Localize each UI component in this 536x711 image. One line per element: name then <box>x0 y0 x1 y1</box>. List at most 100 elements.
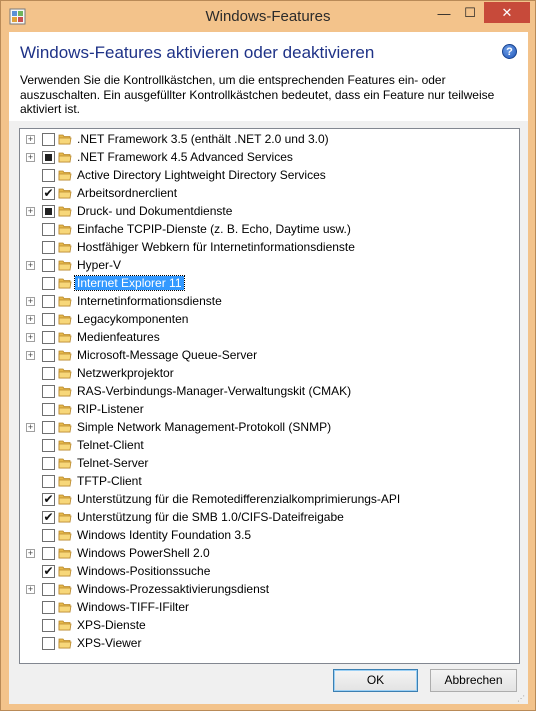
feature-label[interactable]: Windows-Positionssuche <box>75 564 212 578</box>
close-button[interactable]: ✕ <box>484 2 530 23</box>
feature-row[interactable]: RAS-Verbindungs-Manager-Verwaltungskit (… <box>20 382 519 400</box>
feature-label[interactable]: Legacykomponenten <box>75 312 190 326</box>
cancel-button[interactable]: Abbrechen <box>430 669 517 692</box>
feature-label[interactable]: .NET Framework 3.5 (enthält .NET 2.0 und… <box>75 132 331 146</box>
feature-checkbox-checked[interactable]: ✔ <box>42 187 55 200</box>
feature-checkbox[interactable] <box>42 133 55 146</box>
feature-label[interactable]: Hostfähiger Webkern für Internetinformat… <box>75 240 357 254</box>
feature-label[interactable]: Windows-Prozessaktivierungsdienst <box>75 582 271 596</box>
feature-checkbox[interactable] <box>42 457 55 470</box>
feature-checkbox[interactable] <box>42 385 55 398</box>
feature-checkbox[interactable] <box>42 367 55 380</box>
help-icon[interactable]: ? <box>502 44 517 59</box>
feature-row[interactable]: + Hyper-V <box>20 256 519 274</box>
feature-checkbox[interactable] <box>42 619 55 632</box>
feature-row[interactable]: ✔ Unterstützung für die Remotedifferenzia… <box>20 490 519 508</box>
feature-row[interactable]: ✔ Unterstützung für die SMB 1.0/CIFS-Date… <box>20 508 519 526</box>
feature-checkbox[interactable] <box>42 313 55 326</box>
feature-label[interactable]: Unterstützung für die SMB 1.0/CIFS-Datei… <box>75 510 346 524</box>
feature-checkbox[interactable] <box>42 277 55 290</box>
feature-label[interactable]: Unterstützung für die Remotedifferenzial… <box>75 492 402 506</box>
feature-label[interactable]: XPS-Dienste <box>75 618 148 632</box>
feature-row[interactable]: Netzwerkprojektor <box>20 364 519 382</box>
feature-label[interactable]: XPS-Viewer <box>75 636 143 650</box>
feature-checkbox-checked[interactable]: ✔ <box>42 565 55 578</box>
feature-label[interactable]: Microsoft-Message Queue-Server <box>75 348 259 362</box>
feature-label[interactable]: Windows PowerShell 2.0 <box>75 546 212 560</box>
feature-checkbox-partial[interactable] <box>42 205 55 218</box>
feature-checkbox[interactable] <box>42 169 55 182</box>
expand-plus-icon[interactable]: + <box>26 351 35 360</box>
feature-row[interactable]: + Windows-Prozessaktivierungsdienst <box>20 580 519 598</box>
expand-plus-icon[interactable]: + <box>26 297 35 306</box>
feature-row[interactable]: Hostfähiger Webkern für Internetinformat… <box>20 238 519 256</box>
expand-plus-icon[interactable]: + <box>26 261 35 270</box>
feature-checkbox[interactable] <box>42 439 55 452</box>
feature-row[interactable]: + Medienfeatures <box>20 328 519 346</box>
minimize-button[interactable]: — <box>431 3 457 23</box>
feature-checkbox-partial[interactable] <box>42 151 55 164</box>
feature-checkbox-checked[interactable]: ✔ <box>42 511 55 524</box>
feature-row[interactable]: Telnet-Server <box>20 454 519 472</box>
feature-checkbox[interactable] <box>42 295 55 308</box>
expand-plus-icon[interactable]: + <box>26 135 35 144</box>
feature-row[interactable]: Internet Explorer 11 <box>20 274 519 292</box>
feature-label[interactable]: RIP-Listener <box>75 402 146 416</box>
feature-checkbox[interactable] <box>42 547 55 560</box>
feature-tree[interactable]: + .NET Framework 3.5 (enthält .NET 2.0 un… <box>19 128 520 664</box>
resize-grip-icon[interactable]: ⋰ <box>517 694 526 703</box>
feature-row[interactable]: XPS-Viewer <box>20 634 519 652</box>
feature-checkbox[interactable] <box>42 421 55 434</box>
feature-checkbox[interactable] <box>42 529 55 542</box>
maximize-button[interactable]: ☐ <box>457 3 483 23</box>
expand-plus-icon[interactable]: + <box>26 585 35 594</box>
feature-row[interactable]: + Simple Network Management-Protokoll (SN… <box>20 418 519 436</box>
feature-row[interactable]: Windows-TIFF-IFilter <box>20 598 519 616</box>
feature-label[interactable]: Active Directory Lightweight Directory S… <box>75 168 328 182</box>
feature-label[interactable]: Arbeitsordnerclient <box>75 186 179 200</box>
feature-checkbox[interactable] <box>42 331 55 344</box>
feature-label[interactable]: Windows Identity Foundation 3.5 <box>75 528 253 542</box>
feature-label[interactable]: Netzwerkprojektor <box>75 366 176 380</box>
feature-checkbox[interactable] <box>42 241 55 254</box>
feature-checkbox[interactable] <box>42 583 55 596</box>
feature-label[interactable]: Windows-TIFF-IFilter <box>75 600 191 614</box>
feature-checkbox[interactable] <box>42 259 55 272</box>
feature-row[interactable]: + .NET Framework 4.5 Advanced Services <box>20 148 519 166</box>
feature-label[interactable]: Simple Network Management-Protokoll (SNM… <box>75 420 333 434</box>
feature-label[interactable]: Internet Explorer 11 <box>74 275 185 291</box>
feature-label[interactable]: Telnet-Server <box>75 456 150 470</box>
feature-row[interactable]: Einfache TCPIP-Dienste (z. B. Echo, Dayt… <box>20 220 519 238</box>
feature-row[interactable]: + Druck- und Dokumentdienste <box>20 202 519 220</box>
feature-row[interactable]: + Legacykomponenten <box>20 310 519 328</box>
feature-row[interactable]: + Windows PowerShell 2.0 <box>20 544 519 562</box>
expand-plus-icon[interactable]: + <box>26 333 35 342</box>
feature-label[interactable]: .NET Framework 4.5 Advanced Services <box>75 150 295 164</box>
feature-row[interactable]: TFTP-Client <box>20 472 519 490</box>
feature-row[interactable]: + .NET Framework 3.5 (enthält .NET 2.0 un… <box>20 130 519 148</box>
feature-label[interactable]: Druck- und Dokumentdienste <box>75 204 234 218</box>
feature-checkbox[interactable] <box>42 223 55 236</box>
feature-row[interactable]: Telnet-Client <box>20 436 519 454</box>
feature-label[interactable]: TFTP-Client <box>75 474 144 488</box>
expand-plus-icon[interactable]: + <box>26 423 35 432</box>
expand-plus-icon[interactable]: + <box>26 315 35 324</box>
feature-checkbox-checked[interactable]: ✔ <box>42 493 55 506</box>
feature-row[interactable]: + Microsoft-Message Queue-Server <box>20 346 519 364</box>
feature-row[interactable]: + Internetinformationsdienste <box>20 292 519 310</box>
feature-label[interactable]: RAS-Verbindungs-Manager-Verwaltungskit (… <box>75 384 353 398</box>
feature-checkbox[interactable] <box>42 475 55 488</box>
ok-button[interactable]: OK <box>333 669 418 692</box>
feature-checkbox[interactable] <box>42 349 55 362</box>
expand-plus-icon[interactable]: + <box>26 153 35 162</box>
feature-row[interactable]: Windows Identity Foundation 3.5 <box>20 526 519 544</box>
feature-label[interactable]: Einfache TCPIP-Dienste (z. B. Echo, Dayt… <box>75 222 353 236</box>
expand-plus-icon[interactable]: + <box>26 549 35 558</box>
feature-row[interactable]: XPS-Dienste <box>20 616 519 634</box>
feature-checkbox[interactable] <box>42 403 55 416</box>
feature-row[interactable]: ✔ Windows-Positionssuche <box>20 562 519 580</box>
title-bar[interactable]: Windows-Features — ☐ ✕ <box>1 1 535 32</box>
feature-row[interactable]: ✔ Arbeitsordnerclient <box>20 184 519 202</box>
feature-checkbox[interactable] <box>42 601 55 614</box>
expand-plus-icon[interactable]: + <box>26 207 35 216</box>
